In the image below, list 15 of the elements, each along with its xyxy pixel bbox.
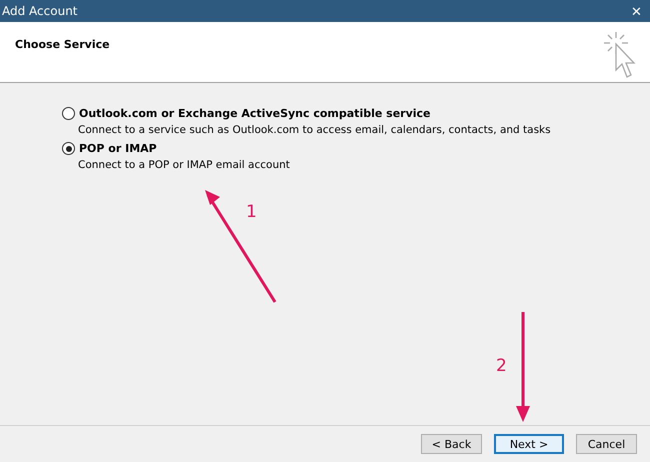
cursor-sparkle-icon — [604, 32, 636, 80]
dialog-button[interactable]: Cancel — [576, 434, 637, 454]
option-description: Connect to a service such as Outlook.com to access email, calendars, contacts, and tasks — [78, 124, 552, 136]
dialog-button[interactable]: Next > — [494, 434, 564, 454]
annotation-number: 1 — [246, 202, 257, 222]
dialog-button[interactable]: < Back — [421, 434, 482, 454]
header-title: Choose Service — [15, 38, 110, 53]
window-title: Add Account — [2, 4, 78, 18]
annotation-number: 2 — [496, 356, 507, 376]
option-description: Connect to a POP or IMAP email account — [78, 159, 291, 171]
close-button[interactable]: ✕ — [631, 4, 642, 18]
radio-button[interactable] — [62, 142, 75, 155]
radio-option[interactable]: POP or IMAP — [62, 142, 650, 155]
radio-button[interactable] — [62, 107, 75, 120]
radio-option[interactable]: Outlook.com or Exchange ActiveSync compatible service — [62, 107, 650, 120]
